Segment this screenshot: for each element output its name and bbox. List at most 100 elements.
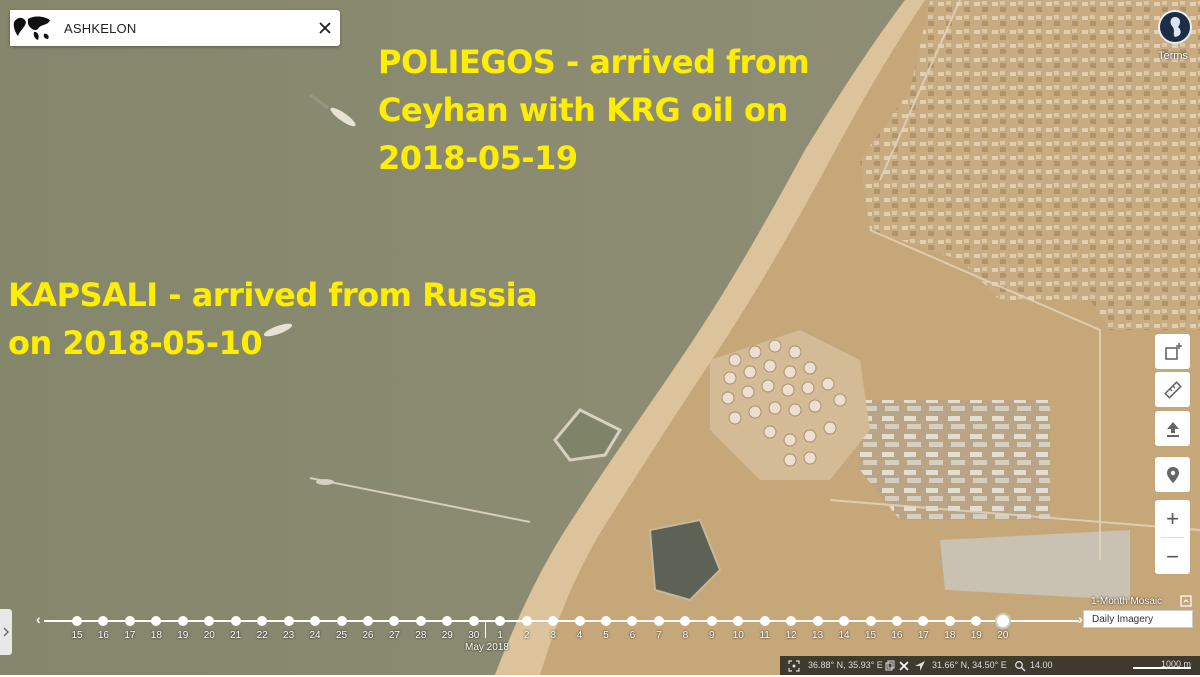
timeline-day-dot[interactable] (601, 616, 611, 626)
timeline-day-label: 25 (335, 630, 348, 641)
timeline-day-label: 24 (309, 630, 321, 641)
timeline-day-label: 16 (891, 630, 903, 641)
timeline-day-label: 16 (97, 630, 109, 641)
annotation-poliegos: POLIEGOS - arrived from Ceyhan with KRG … (378, 38, 810, 182)
ship-small (316, 479, 334, 485)
timeline-day-label: 15 (864, 630, 877, 641)
annotation-line: on 2018-05-10 (8, 324, 263, 362)
timeline-day-dot[interactable] (310, 616, 321, 626)
timeline-day-label: 15 (71, 630, 83, 641)
upload-tool[interactable] (1155, 411, 1190, 446)
timeline-day-label: 4 (576, 630, 583, 641)
timeline-day-dot[interactable] (706, 616, 717, 626)
timeline-day-label: 30 (468, 630, 480, 641)
timeline-day-label: 22 (256, 630, 268, 641)
timeline-day-label: 20 (203, 630, 215, 641)
annotation-kapsali: KAPSALI - arrived from Russia on 2018-05… (8, 271, 538, 367)
user-avatar-icon[interactable] (1158, 10, 1192, 44)
copy-icon[interactable] (883, 659, 895, 671)
timeline-day-label: 20 (997, 630, 1009, 641)
place-marker-tool[interactable] (1155, 457, 1190, 492)
measure-tool[interactable] (1155, 372, 1190, 407)
timeline-day-label: 6 (629, 630, 636, 641)
timeline-day-label: 13 (812, 630, 824, 641)
timeline-day-label: 17 (917, 630, 929, 641)
annotation-line: Ceyhan with KRG oil on (378, 91, 788, 129)
annotation-line: POLIEGOS - arrived from (378, 43, 810, 81)
timeline-day-dot[interactable] (521, 616, 532, 626)
location-search-box[interactable]: ASHKELON (10, 10, 340, 46)
draw-area-tool[interactable] (1155, 334, 1190, 369)
locate-icon[interactable] (788, 659, 800, 672)
timeline-day-dot[interactable] (72, 616, 82, 626)
timeline-day-dot[interactable] (812, 616, 823, 626)
zoom-level: 14.00 (1030, 660, 1053, 670)
timeline-day-dot[interactable] (362, 616, 373, 626)
timeline-day-label: 21 (230, 630, 242, 641)
timeline-day-label: 28 (415, 630, 427, 641)
terms-link[interactable]: Terms (1158, 50, 1188, 62)
timeline-day-dot[interactable] (653, 616, 664, 626)
navigation-arrow-icon[interactable] (914, 659, 926, 671)
timeline-day-label: 5 (603, 630, 609, 641)
timeline-day-label: 10 (732, 630, 744, 641)
timeline-month-label: May 2018 (465, 642, 509, 653)
timeline-day-label: 27 (388, 630, 400, 641)
timeline-day-label: 11 (759, 630, 770, 641)
search-query[interactable]: ASHKELON (64, 21, 310, 36)
close-icon[interactable] (898, 659, 910, 671)
annotation-line: KAPSALI - arrived from Russia (8, 276, 538, 314)
zoom-out-button[interactable]: − (1155, 538, 1190, 575)
close-icon[interactable] (310, 10, 340, 46)
timeline-day-label: 29 (441, 630, 453, 641)
greenhouse-area (940, 530, 1130, 600)
timeline-day-label: 3 (550, 630, 556, 641)
timeline-day-dot[interactable] (177, 616, 188, 626)
timeline-day-dot[interactable] (839, 616, 850, 626)
world-map-icon (10, 10, 54, 46)
mosaic-toggle[interactable]: 1-Month Mosaic (1091, 596, 1162, 607)
timeline-day-label: 19 (970, 630, 982, 641)
timeline-day-dot[interactable] (124, 616, 135, 626)
timeline-day-dot[interactable] (415, 616, 426, 626)
timeline-day-label: 2 (523, 630, 530, 641)
timeline-day-label: 26 (362, 630, 374, 641)
timeline-day-dot[interactable] (574, 616, 585, 626)
timeline-day-label: 12 (785, 630, 797, 641)
timeline-day-label: 19 (177, 630, 189, 641)
center-coordinates: 31.66° N, 34.50° E (932, 660, 1007, 670)
timeline-day-label: 9 (709, 630, 715, 641)
timeline-day-label: 7 (656, 630, 662, 641)
timeline-day-dot[interactable] (759, 616, 770, 626)
month-divider (485, 620, 486, 638)
timeline-day-label: 1 (497, 630, 503, 641)
timeline-expand-button[interactable] (0, 609, 12, 655)
industrial-district (860, 400, 1050, 520)
timeline-day-label: 23 (283, 630, 295, 641)
imagery-type-select[interactable]: Daily Imagery (1083, 610, 1193, 628)
timeline-day-dot[interactable] (994, 613, 1011, 629)
timeline-day-dot[interactable] (283, 616, 294, 626)
timeline-day-label: 18 (150, 630, 162, 641)
ruler-icon (1163, 380, 1182, 399)
timeline-next-icon[interactable]: › (1078, 611, 1083, 627)
timeline-day-dot[interactable] (944, 616, 955, 626)
expand-icon[interactable] (1180, 595, 1192, 607)
timeline-day-dot[interactable] (468, 616, 479, 626)
status-bar: 36.88° N, 35.93° E 31.66° N, 34.50° E 14… (780, 656, 1200, 675)
square-plus-icon (1164, 342, 1182, 360)
cursor-coordinates: 36.88° N, 35.93° E (808, 660, 883, 670)
timeline-day-dot[interactable] (865, 616, 876, 626)
timeline-day-label: 17 (124, 630, 136, 641)
timeline-prev-icon[interactable]: ‹ (36, 611, 41, 627)
search-icon (1014, 659, 1026, 672)
timeline-day-dot[interactable] (891, 616, 902, 626)
timeline-day-label: 14 (838, 630, 850, 641)
timeline-day-dot[interactable] (336, 616, 347, 626)
zoom-in-button[interactable]: + (1155, 500, 1190, 537)
timeline-day-label: 18 (944, 630, 956, 641)
upload-icon (1166, 421, 1179, 437)
timeline-day-dot[interactable] (230, 616, 241, 626)
location-pin-icon (1166, 466, 1179, 483)
annotation-line: 2018-05-19 (378, 139, 578, 177)
